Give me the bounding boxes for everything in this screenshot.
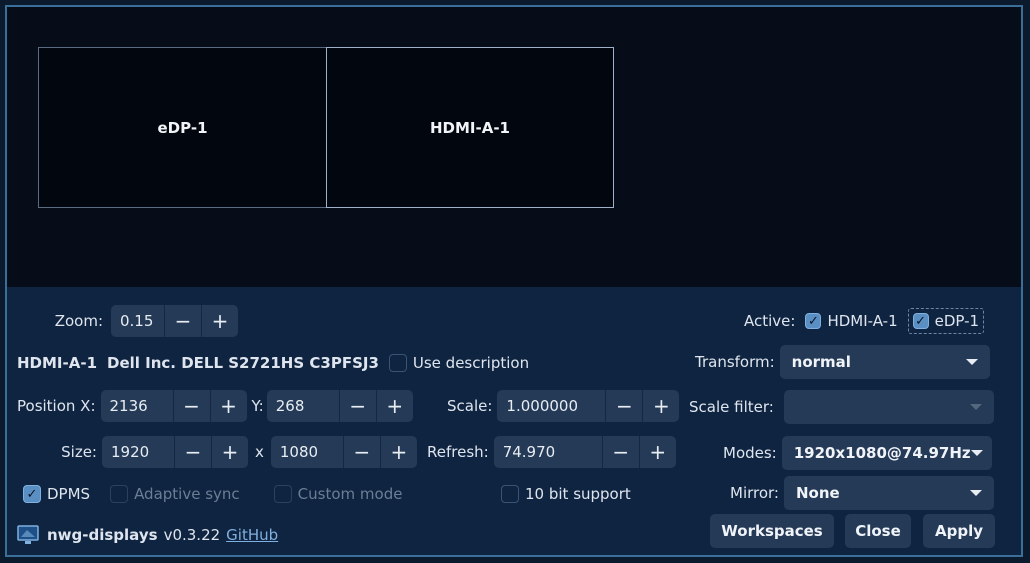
transform-dropdown[interactable]: normal: [779, 345, 990, 379]
scale-decrease-button[interactable]: −: [606, 390, 642, 422]
zoom-decrease-button[interactable]: −: [165, 305, 201, 337]
use-description-label: Use description: [412, 354, 530, 372]
active-hdmi-a-1-checkbox[interactable]: ✓: [805, 313, 822, 329]
active-hdmi-a-1-label: HDMI-A-1: [827, 312, 898, 330]
position-y-spinner: 268 − +: [266, 390, 413, 422]
use-description-checkbox[interactable]: [388, 354, 407, 372]
mirror-label: Mirror:: [730, 484, 779, 502]
scale-value[interactable]: 1.000000: [497, 390, 607, 422]
chevron-down-icon: [970, 450, 983, 456]
transform-label: Transform:: [695, 353, 775, 371]
position-y-increase-button[interactable]: +: [375, 390, 413, 422]
zoom-value[interactable]: 0.15: [111, 305, 165, 337]
zoom-increase-button[interactable]: +: [201, 305, 238, 337]
ten-bit-label: 10 bit support: [525, 485, 631, 503]
dpms-label: DPMS: [47, 485, 91, 503]
adaptive-sync-label: Adaptive sync: [134, 485, 240, 503]
active-edp-1-checkbox[interactable]: ✓: [912, 313, 929, 329]
position-y-decrease-button[interactable]: −: [340, 390, 376, 422]
modes-label: Modes:: [723, 444, 777, 462]
position-x-label: Position X:: [17, 397, 96, 415]
size-separator: x: [255, 443, 264, 461]
position-x-value[interactable]: 2136: [101, 390, 174, 422]
apply-button[interactable]: Apply: [923, 514, 995, 548]
modes-value: 1920x1080@74.97Hz: [793, 444, 971, 462]
size-height-spinner: 1080 − +: [270, 436, 417, 468]
app-name: nwg-displays: [47, 526, 158, 544]
size-width-spinner: 1920 − +: [102, 436, 248, 468]
refresh-label: Refresh:: [427, 443, 489, 461]
selected-output-description: Dell Inc. DELL S2721HS C3PFSJ3: [107, 354, 379, 372]
nwg-displays-window: eDP-1 HDMI-A-1 Zoom: 0.15 − + Active: ✓ …: [5, 5, 1023, 557]
custom-mode-checkbox[interactable]: [273, 485, 292, 503]
selected-output-name: HDMI-A-1: [17, 354, 98, 372]
workspaces-button[interactable]: Workspaces: [710, 514, 834, 548]
scale-label: Scale:: [447, 397, 493, 415]
refresh-increase-button[interactable]: +: [638, 436, 676, 468]
ten-bit-checkbox[interactable]: [501, 485, 519, 503]
close-button[interactable]: Close: [845, 514, 911, 548]
zoom-label: Zoom:: [54, 312, 103, 330]
output-hdmi-a-1[interactable]: HDMI-A-1: [326, 47, 614, 208]
modes-dropdown[interactable]: 1920x1080@74.97Hz: [781, 436, 992, 470]
output-edp-1-label: eDP-1: [157, 118, 208, 137]
chevron-down-icon: [965, 359, 978, 365]
adaptive-sync-checkbox[interactable]: [110, 485, 129, 503]
scale-increase-button[interactable]: +: [642, 390, 679, 422]
active-label: Active:: [744, 312, 796, 330]
app-version: v0.3.22: [163, 526, 221, 544]
size-height-increase-button[interactable]: +: [379, 436, 417, 468]
position-y-label: Y:: [251, 397, 264, 415]
size-width-decrease-button[interactable]: −: [175, 436, 211, 468]
dpms-checkbox[interactable]: ✓: [23, 485, 41, 503]
custom-mode-label: Custom mode: [297, 485, 403, 503]
size-label: Size:: [61, 443, 97, 461]
scale-filter-label: Scale filter:: [689, 398, 774, 416]
size-height-decrease-button[interactable]: −: [344, 436, 380, 468]
zoom-spinner: 0.15 − +: [111, 305, 238, 337]
output-edp-1[interactable]: eDP-1: [38, 47, 327, 208]
size-width-value[interactable]: 1920: [102, 436, 175, 468]
monitor-icon: [17, 525, 39, 545]
display-layout-canvas[interactable]: eDP-1 HDMI-A-1: [7, 7, 1021, 287]
mirror-value: None: [795, 484, 840, 502]
scale-filter-dropdown[interactable]: [783, 390, 994, 424]
github-link[interactable]: GitHub: [226, 526, 278, 544]
position-x-spinner: 2136 − +: [100, 390, 247, 422]
refresh-decrease-button[interactable]: −: [603, 436, 639, 468]
chevron-down-icon: [969, 490, 982, 496]
chevron-down-icon: [969, 404, 982, 410]
position-y-value[interactable]: 268: [267, 390, 340, 422]
mirror-dropdown[interactable]: None: [783, 476, 994, 510]
active-edp-1-label: eDP-1: [934, 312, 980, 330]
transform-value: normal: [791, 353, 851, 371]
refresh-spinner: 74.970 − +: [493, 436, 676, 468]
active-edp-1-focus: ✓ eDP-1: [907, 308, 985, 334]
scale-spinner: 1.000000 − +: [497, 390, 680, 422]
position-x-increase-button[interactable]: +: [209, 390, 247, 422]
size-height-value[interactable]: 1080: [271, 436, 344, 468]
output-hdmi-a-1-label: HDMI-A-1: [429, 118, 510, 137]
refresh-value[interactable]: 74.970: [494, 436, 603, 468]
size-width-increase-button[interactable]: +: [211, 436, 248, 468]
position-x-decrease-button[interactable]: −: [174, 390, 210, 422]
